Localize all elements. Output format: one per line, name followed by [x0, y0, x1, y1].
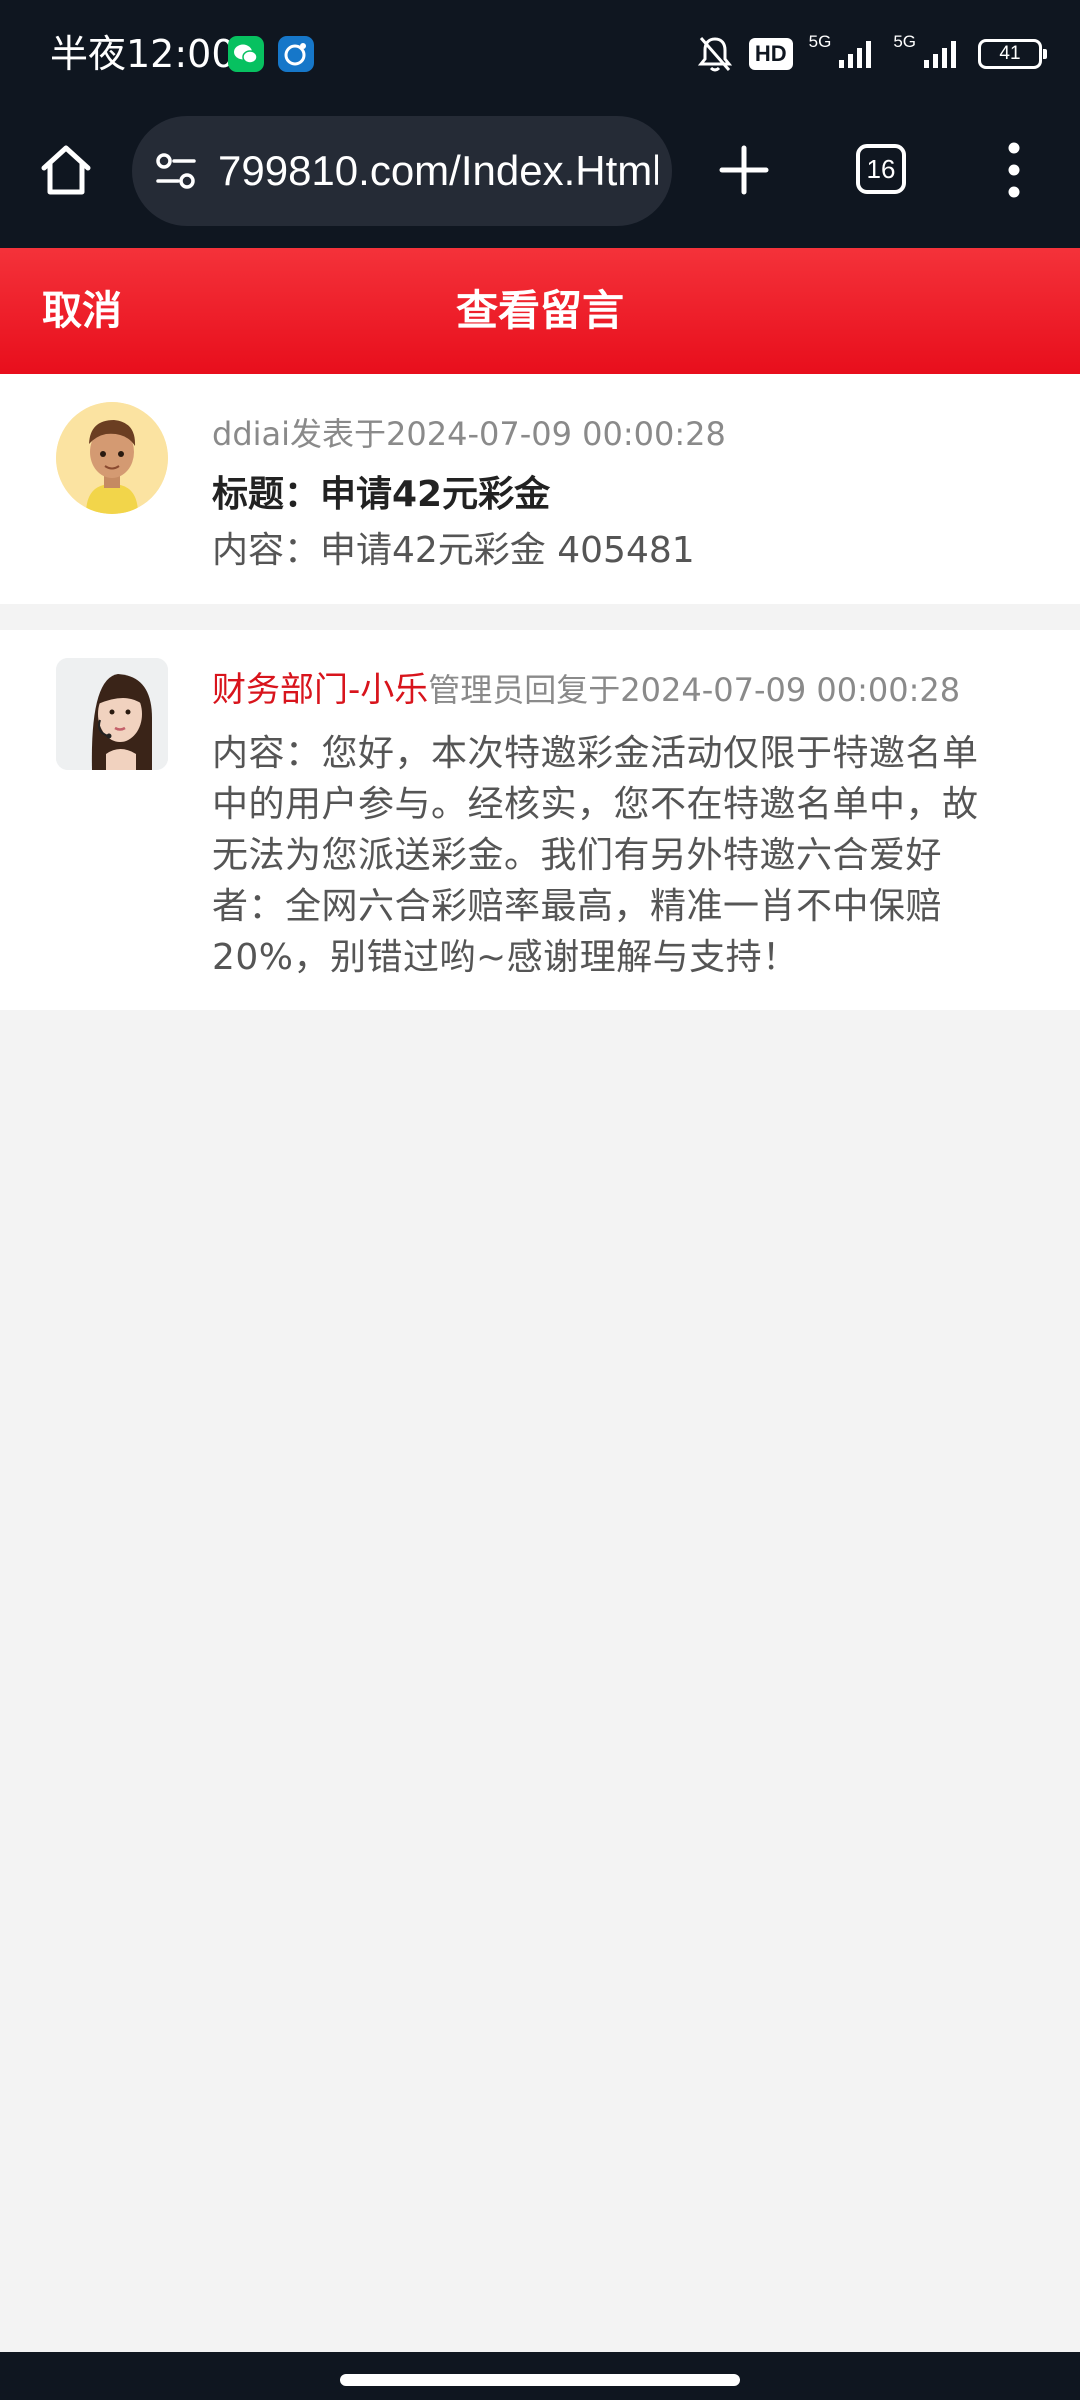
navigation-bar: [0, 2352, 1080, 2400]
user-message-card: ddiai发表于2024-07-09 00:00:28 标题：申请42元彩金 内…: [0, 374, 1080, 604]
avatar: [56, 402, 168, 514]
wechat-notification-icon: [228, 36, 264, 72]
address-bar[interactable]: 799810.com/Index.Html: [132, 116, 672, 226]
reply-meta: 财务部门-小乐管理员回复于2024-07-09 00:00:28: [212, 668, 960, 712]
plus-icon[interactable]: [716, 142, 772, 198]
site-settings-icon[interactable]: [154, 151, 198, 191]
home-icon[interactable]: [36, 140, 96, 200]
status-time: 半夜12:00: [50, 32, 236, 76]
browser-toolbar: 799810.com/Index.Html 16: [0, 108, 1080, 248]
reply-meta-text: 管理员回复于2024-07-09 00:00:28: [428, 671, 961, 709]
network-label-2: 5G: [893, 32, 916, 51]
status-bar: 半夜12:00 HD 5G 5G 41: [0, 0, 1080, 108]
page-title: 查看留言: [455, 286, 624, 335]
message-title: 标题：申请42元彩金: [212, 474, 551, 515]
reply-content: 内容：您好，本次特邀彩金活动仅限于特邀名单中的用户参与。经核实，您不在特邀名单中…: [212, 733, 979, 978]
app-header: 查看留言 取消: [0, 248, 1080, 374]
url-text[interactable]: 799810.com/Index.Html: [218, 116, 658, 226]
tab-switcher-button[interactable]: 16: [856, 144, 906, 194]
home-indicator[interactable]: [340, 2374, 740, 2386]
app-notification-icon: [278, 36, 314, 72]
message-content: 内容：申请42元彩金 405481: [212, 530, 695, 571]
reply-author: 财务部门-小乐: [212, 670, 429, 710]
battery-icon: 41: [978, 39, 1047, 69]
more-vert-icon[interactable]: [996, 138, 1032, 202]
signal-icon: [922, 38, 962, 70]
avatar: [56, 658, 168, 770]
bell-off-icon: [697, 34, 733, 74]
admin-reply-card: 财务部门-小乐管理员回复于2024-07-09 00:00:28 内容：您好，本…: [0, 630, 1080, 1010]
network-label-1: 5G: [808, 32, 832, 51]
hd-voice-badge: HD: [748, 38, 793, 70]
signal-icon: [837, 38, 877, 70]
status-indicators: HD 5G 5G 41: [697, 30, 1047, 78]
post-meta: ddiai发表于2024-07-09 00:00:28: [212, 415, 726, 453]
cancel-button[interactable]: 取消: [42, 248, 122, 374]
